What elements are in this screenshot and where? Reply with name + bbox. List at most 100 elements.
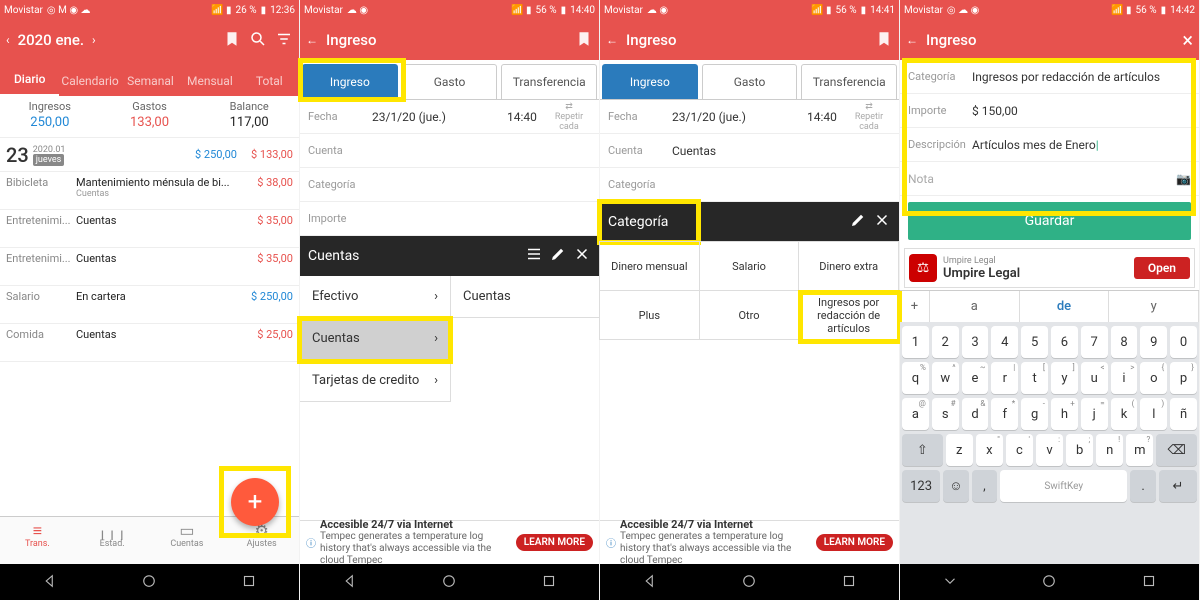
key-123[interactable]: 123 (902, 470, 940, 502)
field-cuenta[interactable]: Cuenta (300, 134, 599, 168)
key-m[interactable]: m? (1126, 434, 1153, 466)
ad-learn-button[interactable]: LEARN MORE (516, 534, 593, 551)
list-icon[interactable] (525, 245, 543, 267)
account-efectivo[interactable]: Efectivo› (300, 276, 450, 318)
key-f[interactable]: f* (991, 398, 1018, 430)
home-icon[interactable] (140, 572, 158, 593)
tab-calendario[interactable]: Calendario (59, 66, 120, 96)
close-icon[interactable]: × (1182, 28, 1193, 52)
field-cuenta[interactable]: CuentaCuentas (600, 134, 899, 168)
key-8[interactable]: 8 (1111, 326, 1138, 358)
sugg-2[interactable]: de (1020, 291, 1110, 322)
tab-gasto[interactable]: Gasto (702, 64, 798, 99)
ad-learn-button[interactable]: LEARN MORE (816, 534, 893, 551)
home-icon[interactable] (1040, 572, 1058, 593)
key-enye[interactable]: ñ (1170, 398, 1197, 430)
key-6[interactable]: 6 (1051, 326, 1078, 358)
key-h[interactable]: h+ (1051, 398, 1078, 430)
transaction-row[interactable]: ComidaCuentas$ 25,00 (0, 324, 299, 362)
tab-diario[interactable]: Diario (0, 64, 59, 96)
key-n[interactable]: n! (1096, 434, 1123, 466)
field-nota[interactable]: Nota📷 (900, 162, 1199, 196)
key-o[interactable]: o{ (1140, 362, 1167, 394)
field-categoria[interactable]: Categoría (600, 168, 899, 202)
field-descripcion[interactable]: DescripciónArtículos mes de Enero| (900, 128, 1199, 162)
save-button[interactable]: Guardar (908, 202, 1191, 240)
back-icon[interactable] (341, 572, 359, 593)
field-importe[interactable]: Importe (300, 202, 599, 236)
key-z[interactable]: z (946, 434, 973, 466)
tab-total[interactable]: Total (240, 66, 299, 96)
repeat-icon[interactable]: ⇄Repetir cada (547, 102, 591, 132)
cat-dinero-mensual[interactable]: Dinero mensual (599, 241, 700, 291)
next-month-icon[interactable]: › (92, 33, 96, 47)
key-d[interactable]: d& (962, 398, 989, 430)
cat-otro[interactable]: Otro (699, 290, 800, 340)
recent-icon[interactable] (1140, 572, 1158, 593)
tab-ingreso[interactable]: Ingreso (602, 64, 698, 99)
cat-ingresos-redaccion[interactable]: Ingresos por redacción de artículos (798, 290, 899, 340)
fab-add-button[interactable]: + (231, 478, 279, 526)
close-icon[interactable] (573, 245, 591, 267)
key-e[interactable]: e~ (962, 362, 989, 394)
field-importe[interactable]: Importe$ 150,00 (900, 94, 1199, 128)
ad-umpire[interactable]: ⚖ Umpire LegalUmpire Legal Open (904, 248, 1195, 288)
transaction-row[interactable]: Entretenimi...Cuentas$ 35,00 (0, 210, 299, 248)
home-icon[interactable] (740, 572, 758, 593)
key-s[interactable]: s# (932, 398, 959, 430)
transaction-row[interactable]: Entretenimi...Cuentas$ 35,00 (0, 248, 299, 286)
field-categoria[interactable]: Categoría (300, 168, 599, 202)
key-r[interactable]: r| (991, 362, 1018, 394)
cat-plus[interactable]: Plus (599, 290, 700, 340)
nav-trans[interactable]: ≡Trans. (0, 517, 75, 564)
search-icon[interactable] (249, 30, 267, 51)
cat-dinero-extra[interactable]: Dinero extra (798, 241, 899, 291)
key-backspace[interactable]: ⌫ (1156, 434, 1197, 466)
edit-icon[interactable] (549, 245, 567, 267)
filter-icon[interactable] (275, 30, 293, 51)
key-p[interactable]: p} (1170, 362, 1197, 394)
key-w[interactable]: w^ (932, 362, 959, 394)
key-4[interactable]: 4 (991, 326, 1018, 358)
field-fecha[interactable]: Fecha 23/1/20 (jue.) 14:40 ⇄Repetir cada (300, 100, 599, 134)
key-x[interactable]: x" (976, 434, 1003, 466)
month-title[interactable]: 2020 ene. (18, 31, 84, 49)
key-0[interactable]: 0 (1170, 326, 1197, 358)
transaction-row[interactable]: SalarioEn cartera$ 250,00 (0, 286, 299, 324)
bookmark-icon[interactable] (875, 30, 893, 51)
back-arrow-icon[interactable]: ← (306, 33, 318, 47)
tab-ingreso[interactable]: Ingreso (302, 64, 398, 99)
tab-mensual[interactable]: Mensual (180, 66, 239, 96)
tab-gasto[interactable]: Gasto (402, 64, 498, 99)
key-comma[interactable]: , (972, 470, 997, 502)
key-7[interactable]: 7 (1081, 326, 1108, 358)
recent-icon[interactable] (540, 572, 558, 593)
key-t[interactable]: t[ (1021, 362, 1048, 394)
field-categoria[interactable]: CategoríaIngresos por redacción de artíc… (900, 60, 1199, 94)
key-u[interactable]: u< (1081, 362, 1108, 394)
back-icon[interactable] (641, 572, 659, 593)
key-9[interactable]: 9 (1140, 326, 1167, 358)
edit-icon[interactable] (849, 211, 867, 233)
key-space[interactable]: SwiftKey (1000, 470, 1127, 502)
nav-estad[interactable]: ╷╷╷Estad. (75, 517, 150, 564)
subaccount-cuentas[interactable]: Cuentas (451, 276, 599, 318)
key-emoji[interactable]: ☺ (943, 470, 968, 502)
ad-banner[interactable]: ⓘ Accesible 24/7 via InternetTempec gene… (600, 520, 899, 564)
day-header[interactable]: 23 2020.01jueves $ 250,00 $ 133,00 (0, 138, 299, 172)
bookmark-icon[interactable] (575, 30, 593, 51)
close-icon[interactable] (873, 211, 891, 233)
key-enter[interactable]: ↵ (1159, 470, 1197, 502)
prev-month-icon[interactable]: ‹ (6, 33, 10, 47)
home-icon[interactable] (440, 572, 458, 593)
back-arrow-icon[interactable]: ← (906, 33, 918, 47)
key-period[interactable]: . (1130, 470, 1155, 502)
back-arrow-icon[interactable]: ← (606, 33, 618, 47)
key-j[interactable]: j= (1081, 398, 1108, 430)
key-5[interactable]: 5 (1021, 326, 1048, 358)
tab-semanal[interactable]: Semanal (121, 66, 180, 96)
repeat-icon[interactable]: ⇄Repetir cada (847, 102, 891, 132)
ad-open-button[interactable]: Open (1134, 257, 1190, 279)
key-1[interactable]: 1 (902, 326, 929, 358)
hide-kbd-icon[interactable] (941, 572, 959, 593)
